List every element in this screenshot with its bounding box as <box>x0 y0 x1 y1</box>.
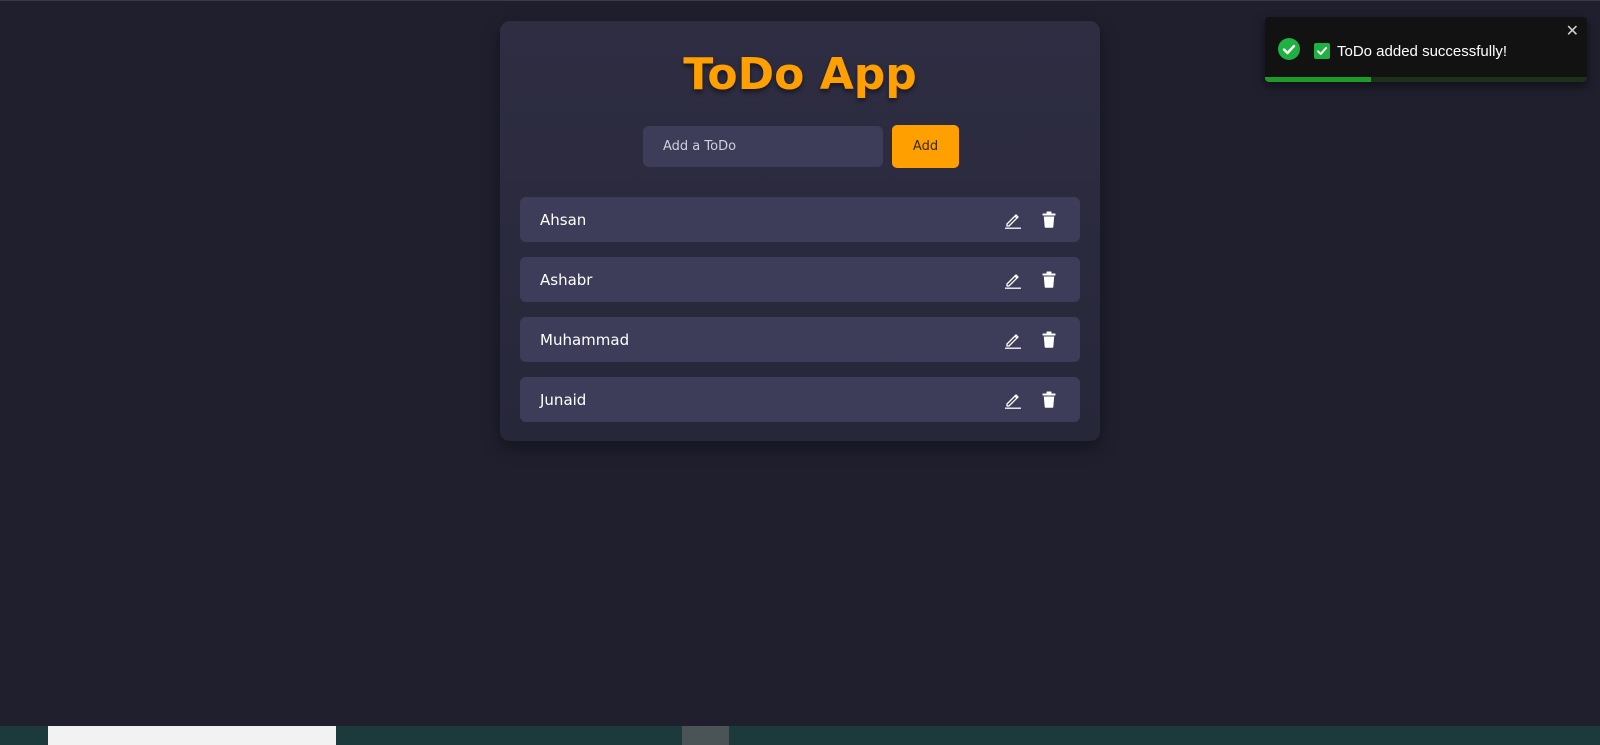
taskbar-scroll-indicator <box>682 726 729 745</box>
todo-item: Muhammad <box>520 317 1080 362</box>
todo-item-text: Ashabr <box>540 270 593 289</box>
toast-body: ToDo added successfully! <box>1278 38 1507 64</box>
toast-message-text: ToDo added successfully! <box>1337 42 1508 60</box>
edit-pencil-icon[interactable] <box>1004 330 1022 350</box>
edit-pencil-icon[interactable] <box>1004 390 1022 410</box>
todo-item: Ashabr <box>520 257 1080 302</box>
toast-message: ToDo added successfully! <box>1314 43 1507 60</box>
delete-trash-icon[interactable] <box>1040 270 1058 290</box>
delete-trash-icon[interactable] <box>1040 390 1058 410</box>
checkbox-check-icon <box>1314 43 1330 59</box>
todo-item-text: Junaid <box>540 390 587 409</box>
check-circle-icon <box>1278 38 1300 64</box>
toast-close-icon[interactable]: ✕ <box>1566 23 1579 39</box>
add-todo-form: Add <box>643 125 959 168</box>
app-page: ToDo App Add Ahsan Ashabr Muhammad Junaid <box>0 0 1600 745</box>
todo-actions <box>1004 270 1058 290</box>
todo-item: Ahsan <box>520 197 1080 242</box>
todo-item: Junaid <box>520 377 1080 422</box>
taskbar-thumbnail[interactable] <box>48 726 336 745</box>
success-toast: ToDo added successfully! ✕ <box>1265 17 1587 82</box>
todo-list: Ahsan Ashabr Muhammad Junaid <box>520 197 1080 437</box>
todo-input[interactable] <box>643 126 883 167</box>
todo-actions <box>1004 330 1058 350</box>
edit-pencil-icon[interactable] <box>1004 270 1022 290</box>
todo-card: ToDo App Add Ahsan Ashabr Muhammad Junaid <box>500 21 1100 441</box>
delete-trash-icon[interactable] <box>1040 330 1058 350</box>
todo-actions <box>1004 390 1058 410</box>
edit-pencil-icon[interactable] <box>1004 210 1022 230</box>
page-title: ToDo App <box>683 49 917 100</box>
delete-trash-icon[interactable] <box>1040 210 1058 230</box>
taskbar <box>0 726 1600 745</box>
todo-item-text: Ahsan <box>540 210 587 229</box>
add-button[interactable]: Add <box>892 125 959 168</box>
toast-progress-bar <box>1265 77 1587 82</box>
todo-item-text: Muhammad <box>540 330 630 349</box>
todo-actions <box>1004 210 1058 230</box>
toast-progress-fill <box>1265 77 1372 82</box>
